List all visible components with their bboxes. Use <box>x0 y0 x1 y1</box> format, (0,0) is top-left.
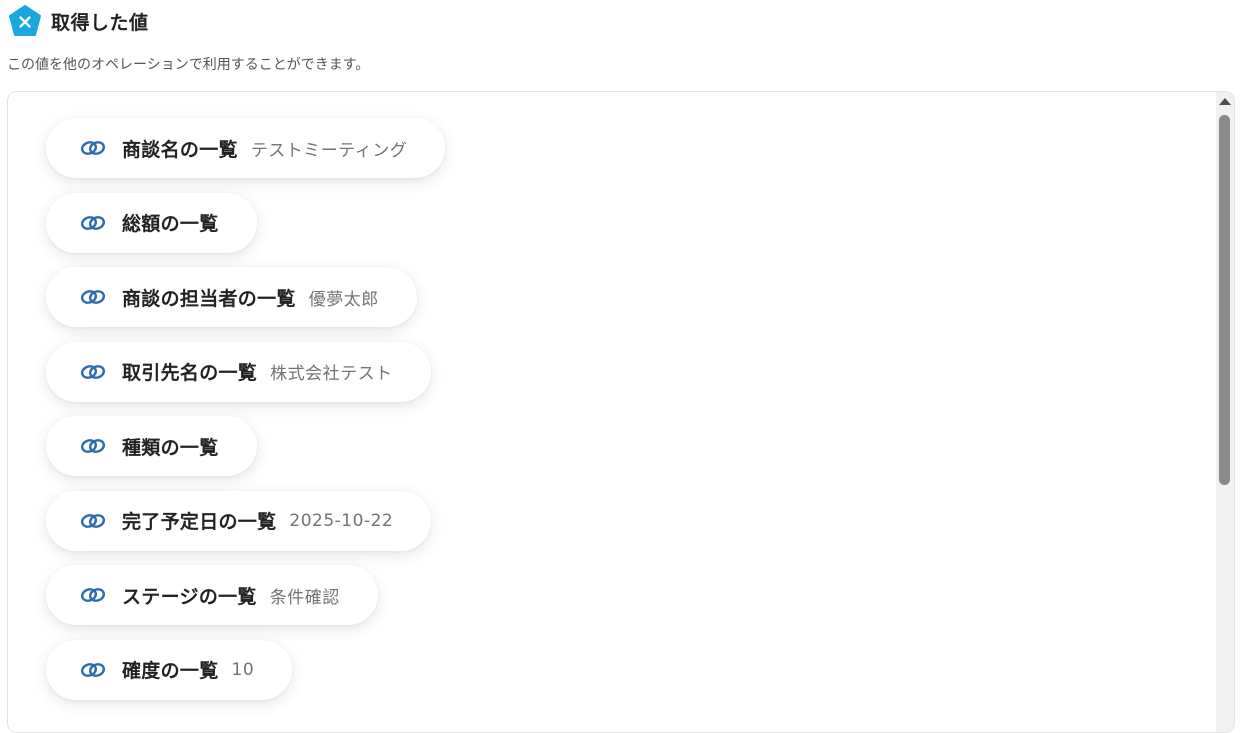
scrollbar-thumb[interactable] <box>1219 115 1230 485</box>
link-icon <box>80 513 106 528</box>
value-list: 商談名の一覧 テストミーティング 総額の一覧 商談の担当者の一覧 優夢太郎 取引… <box>46 118 446 714</box>
value-chip-deal-owner[interactable]: 商談の担当者の一覧 優夢太郎 <box>46 267 417 327</box>
link-icon <box>80 662 106 677</box>
chip-value: 優夢太郎 <box>308 289 379 310</box>
chip-label: 商談の担当者の一覧 <box>122 287 296 310</box>
chip-value: 条件確認 <box>269 587 340 608</box>
vertical-scrollbar[interactable] <box>1216 92 1234 732</box>
page-description: この値を他のオペレーションで利用することができます。 <box>7 57 370 73</box>
chip-label: 確度の一覧 <box>122 660 219 682</box>
chip-label: 種類の一覧 <box>122 436 219 459</box>
page-title: 取得した値 <box>51 11 149 34</box>
value-chip-account-name[interactable]: 取引先名の一覧 株式会社テスト <box>46 341 431 402</box>
chip-label: 完了予定日の一覧 <box>122 511 277 533</box>
chip-label: ステージの一覧 <box>122 585 257 608</box>
value-chip-stage[interactable]: ステージの一覧 条件確認 <box>46 565 378 625</box>
chip-value: 10 <box>231 659 255 680</box>
chip-label: 商談名の一覧 <box>122 138 238 161</box>
scroll-up-arrow-icon[interactable] <box>1219 98 1231 105</box>
chip-value: テストミーティング <box>250 140 408 161</box>
link-icon <box>80 588 106 602</box>
values-panel: 商談名の一覧 テストミーティング 総額の一覧 商談の担当者の一覧 優夢太郎 取引… <box>7 91 1235 733</box>
link-icon <box>80 215 106 230</box>
chip-label: 取引先名の一覧 <box>122 362 258 384</box>
value-chip-type[interactable]: 種類の一覧 <box>46 416 257 476</box>
value-chip-deal-name[interactable]: 商談名の一覧 テストミーティング <box>46 118 446 178</box>
value-chip-probability[interactable]: 確度の一覧 10 <box>46 639 293 700</box>
link-icon <box>80 141 106 155</box>
link-icon <box>80 439 106 453</box>
value-chip-total-amount[interactable]: 総額の一覧 <box>46 192 257 253</box>
value-chip-close-date[interactable]: 完了予定日の一覧 2025-10-22 <box>46 490 432 551</box>
link-icon <box>80 364 106 379</box>
header: 取得した値 <box>8 5 149 37</box>
chip-label: 総額の一覧 <box>122 213 219 235</box>
link-icon <box>80 290 106 304</box>
x-pentagon-logo-icon <box>9 5 41 36</box>
chip-value: 株式会社テスト <box>270 364 393 384</box>
chip-value: 2025-10-22 <box>289 510 394 531</box>
